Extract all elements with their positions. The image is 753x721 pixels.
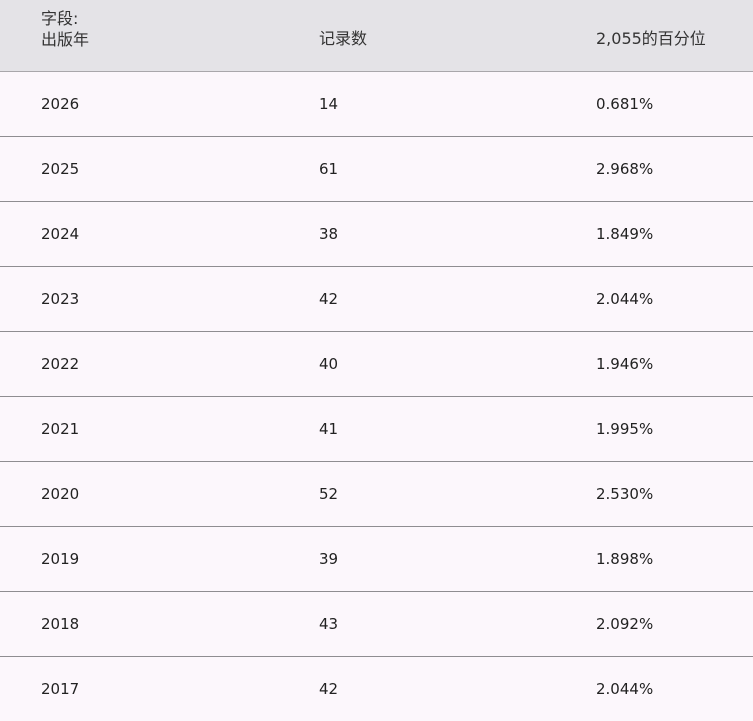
table-row: 2023 42 2.044%: [0, 267, 753, 332]
percent-cell: 2.530%: [596, 485, 654, 503]
count-cell: 52: [319, 485, 339, 503]
year-cell: 2021: [41, 420, 80, 438]
count-cell: 61: [319, 160, 339, 178]
column-header-count[interactable]: 记录数: [319, 28, 367, 49]
count-cell: 41: [319, 420, 339, 438]
results-table: 字段: 出版年 记录数 2,055的百分位 2026 14 0.681% 202…: [0, 0, 753, 721]
table-row: 2019 39 1.898%: [0, 527, 753, 592]
field-name-label: 出版年: [41, 30, 90, 49]
column-header-field[interactable]: 字段: 出版年: [41, 8, 89, 50]
count-cell: 42: [319, 680, 339, 698]
percent-cell: 0.681%: [596, 95, 654, 113]
table-row: 2018 43 2.092%: [0, 592, 753, 657]
percent-cell: 1.946%: [596, 355, 654, 373]
table-row: 2024 38 1.849%: [0, 202, 753, 267]
column-header-percent[interactable]: 2,055的百分位: [596, 28, 706, 49]
year-cell: 2020: [41, 485, 80, 503]
table-header: 字段: 出版年 记录数 2,055的百分位: [0, 0, 753, 72]
table-row: 2025 61 2.968%: [0, 137, 753, 202]
year-cell: 2017: [41, 680, 80, 698]
percent-cell: 1.849%: [596, 225, 654, 243]
year-cell: 2019: [41, 550, 80, 568]
field-prefix-label: 字段:: [41, 9, 79, 28]
count-cell: 43: [319, 615, 339, 633]
table-row: 2026 14 0.681%: [0, 72, 753, 137]
table-row: 2021 41 1.995%: [0, 397, 753, 462]
percent-cell: 2.044%: [596, 680, 654, 698]
count-cell: 42: [319, 290, 339, 308]
year-cell: 2023: [41, 290, 80, 308]
percent-cell: 2.092%: [596, 615, 654, 633]
year-cell: 2018: [41, 615, 80, 633]
year-cell: 2024: [41, 225, 80, 243]
year-cell: 2025: [41, 160, 80, 178]
percent-cell: 1.995%: [596, 420, 654, 438]
table-row: 2020 52 2.530%: [0, 462, 753, 527]
table-row: 2017 42 2.044%: [0, 657, 753, 721]
table-row: 2022 40 1.946%: [0, 332, 753, 397]
count-cell: 40: [319, 355, 339, 373]
count-cell: 38: [319, 225, 339, 243]
percent-cell: 2.968%: [596, 160, 654, 178]
count-cell: 39: [319, 550, 339, 568]
year-cell: 2022: [41, 355, 80, 373]
percent-cell: 1.898%: [596, 550, 654, 568]
count-cell: 14: [319, 95, 339, 113]
percent-cell: 2.044%: [596, 290, 654, 308]
year-cell: 2026: [41, 95, 80, 113]
